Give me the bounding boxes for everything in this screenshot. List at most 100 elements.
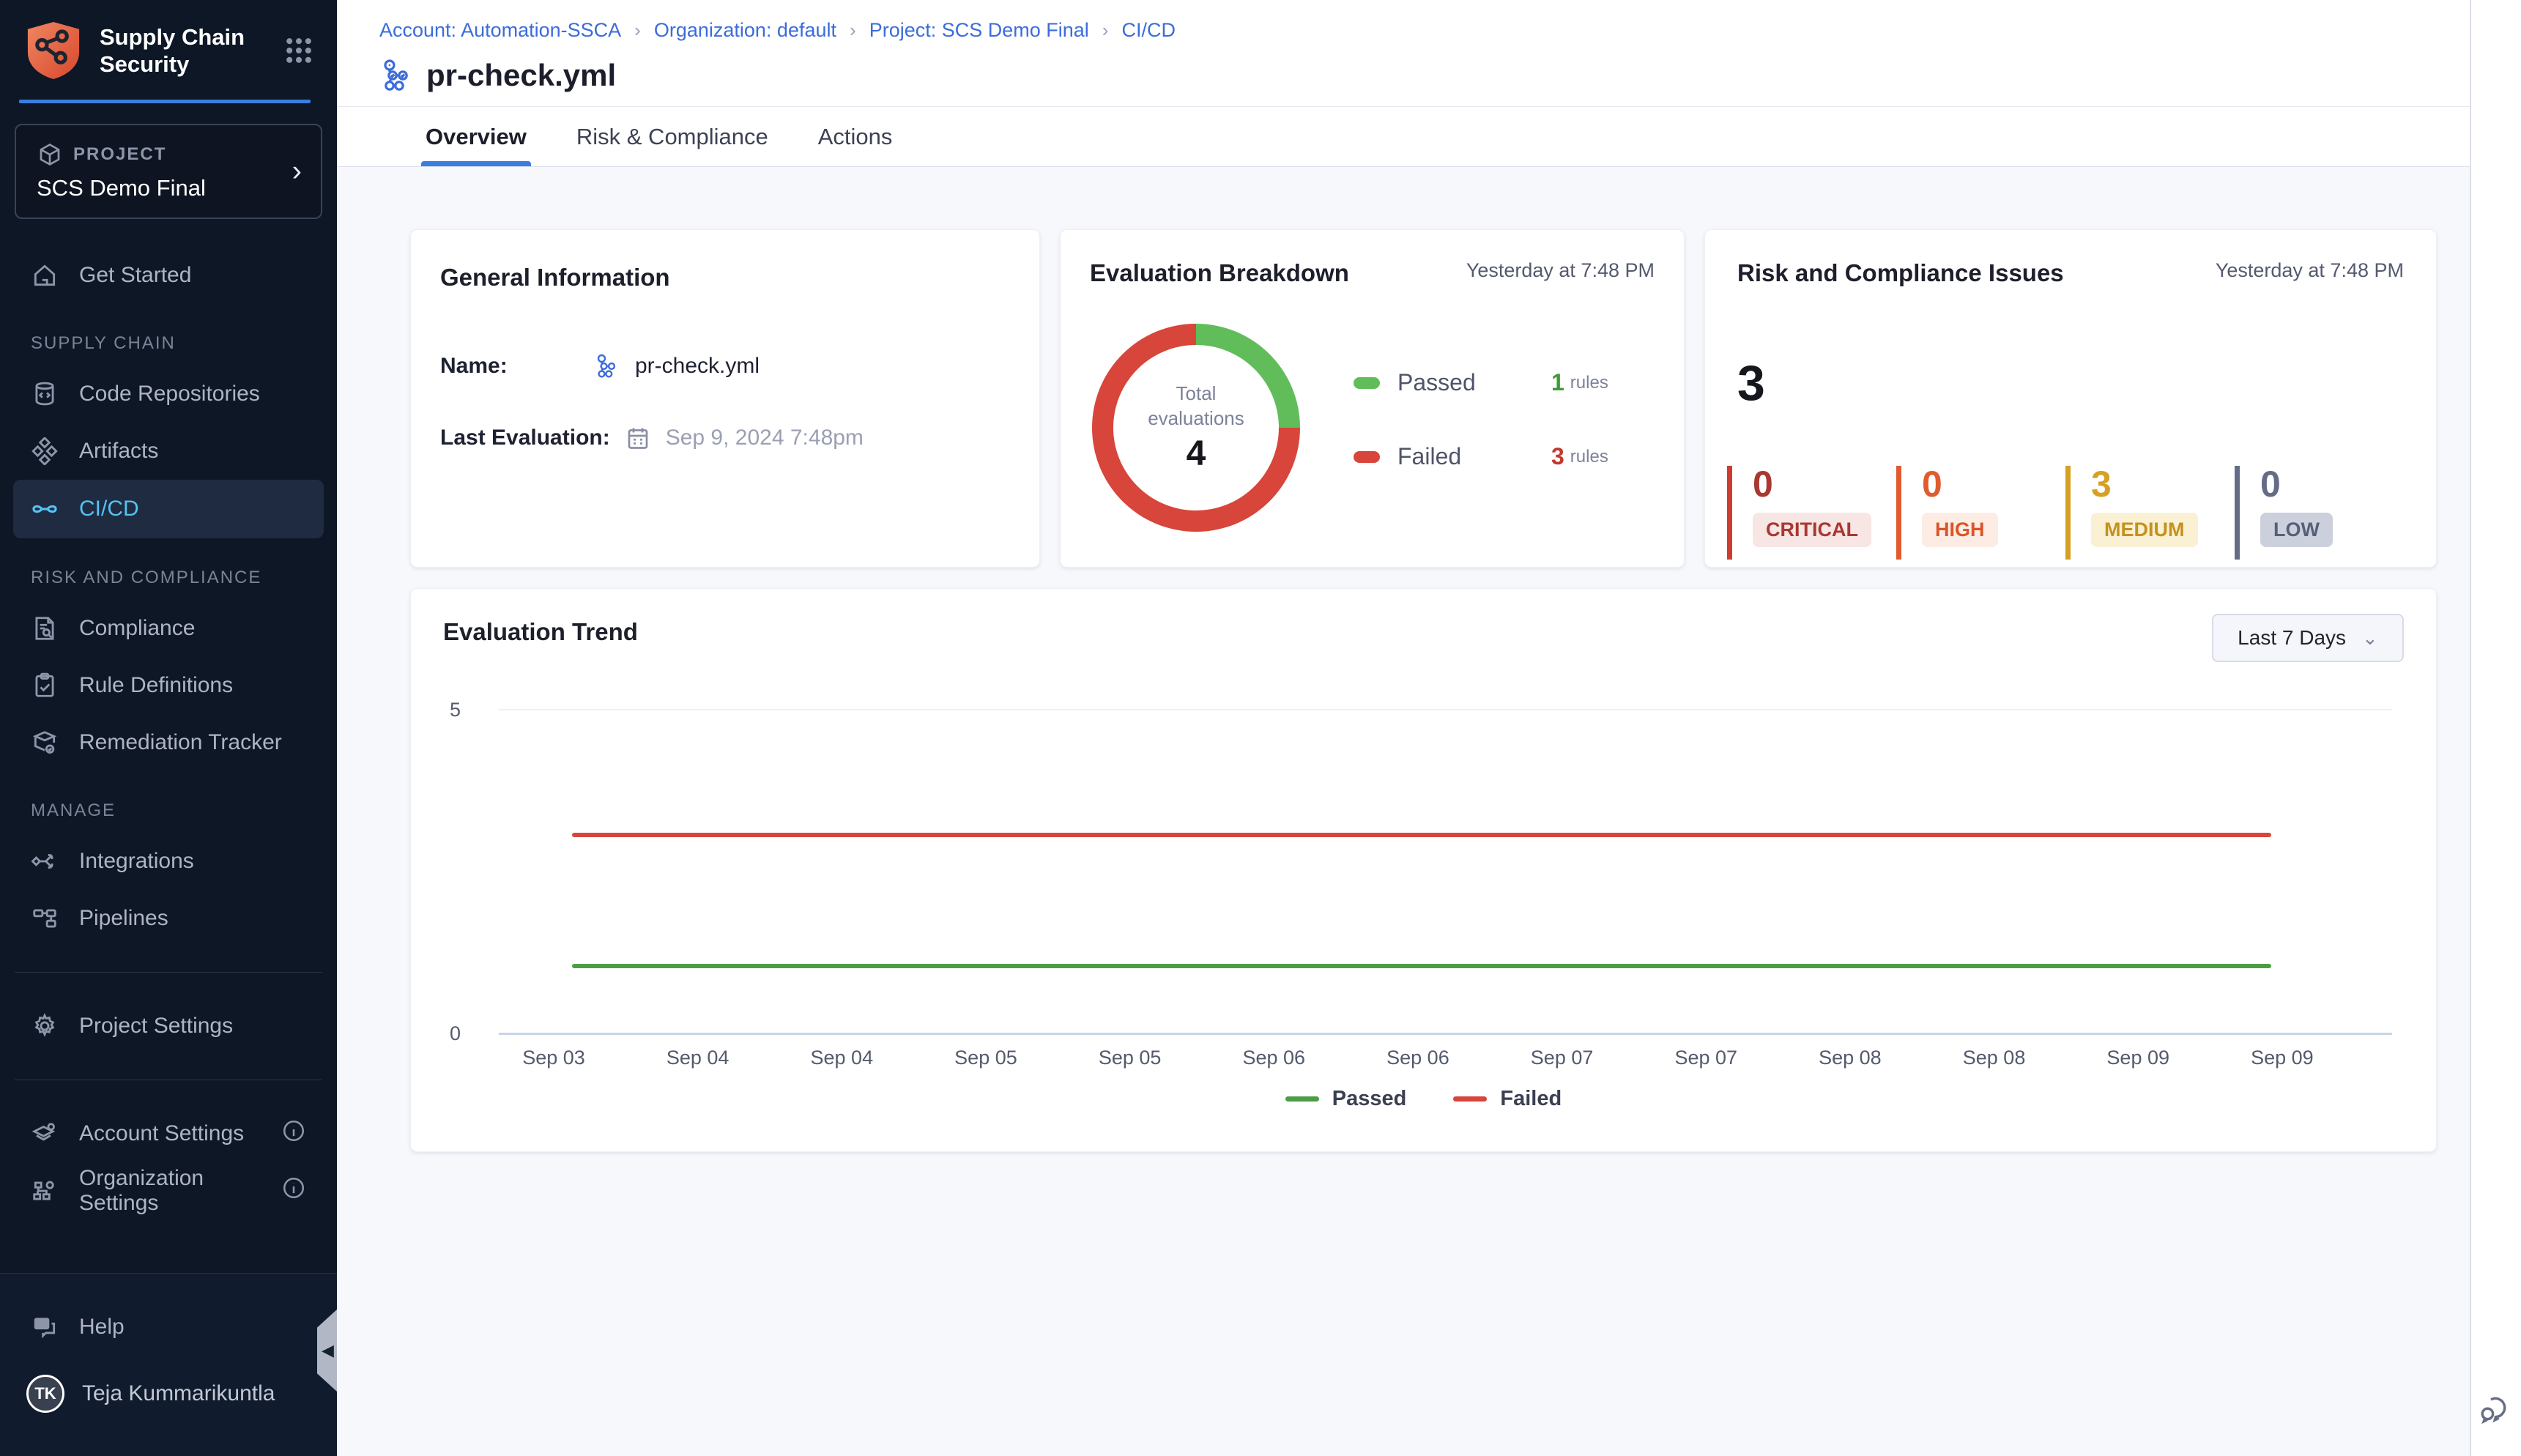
project-name: SCS Demo Final bbox=[37, 175, 300, 201]
critical-badge: CRITICAL bbox=[1753, 513, 1871, 547]
low-count: 0 bbox=[2260, 466, 2404, 502]
layers-gear-icon bbox=[31, 1120, 59, 1148]
name-value: pr-check.yml bbox=[635, 354, 760, 379]
nav-label: Pipelines bbox=[79, 906, 168, 931]
last-evaluation-label: Last Evaluation: bbox=[440, 426, 610, 450]
x-tick: Sep 06 bbox=[1215, 1047, 1332, 1069]
risk-compliance-issues-card: Risk and Compliance Issues Yesterday at … bbox=[1704, 229, 2437, 568]
help-chat-icon: ? bbox=[31, 1313, 59, 1341]
user-menu[interactable]: TK Teja Kummarikuntla bbox=[0, 1356, 337, 1432]
sidebar: Supply Chain Security PROJECT SCS Demo F… bbox=[0, 0, 337, 1456]
user-name: Teja Kummarikuntla bbox=[82, 1381, 275, 1406]
nav-label: Code Repositories bbox=[79, 382, 260, 406]
breadcrumb-organization[interactable]: Organization: default bbox=[654, 19, 836, 42]
x-tick: Sep 08 bbox=[1792, 1047, 1909, 1069]
sidebar-item-remediation-tracker[interactable]: Remediation Tracker bbox=[0, 714, 337, 771]
general-information-card: General Information Name: pr-check.yml L… bbox=[410, 229, 1040, 568]
nav-label: Remediation Tracker bbox=[79, 730, 282, 755]
breakdown-legend: Passed 1 rules Failed 3 rules bbox=[1354, 369, 1608, 470]
page-header: Account: Automation-SSCA › Organization:… bbox=[337, 0, 2470, 107]
sidebar-item-pipelines[interactable]: Pipelines bbox=[0, 890, 337, 947]
chat-support-icon[interactable] bbox=[2477, 1392, 2512, 1427]
sidebar-item-rule-definitions[interactable]: Rule Definitions bbox=[0, 657, 337, 714]
home-icon bbox=[31, 261, 59, 289]
evaluation-trend-card: Evaluation Trend Last 7 Days ⌄ 5 0 Sep 0… bbox=[410, 588, 2437, 1152]
page-title: pr-check.yml bbox=[426, 58, 616, 93]
trend-legend: Passed Failed bbox=[411, 1087, 2436, 1111]
app-title: Supply Chain Security bbox=[100, 23, 265, 78]
passed-series-line bbox=[572, 964, 2271, 968]
tab-risk-compliance[interactable]: Risk & Compliance bbox=[572, 107, 773, 166]
sidebar-item-code-repositories[interactable]: Code Repositories bbox=[0, 365, 337, 423]
section-risk-and-compliance: RISK AND COMPLIANCE bbox=[0, 568, 337, 588]
card-title: Evaluation Breakdown bbox=[1090, 259, 1349, 287]
org-gear-icon bbox=[31, 1177, 59, 1205]
last-evaluation-value: Sep 9, 2024 7:48pm bbox=[666, 426, 864, 450]
app-switcher-grid-icon[interactable] bbox=[283, 34, 315, 67]
sidebar-item-help[interactable]: ? Help bbox=[0, 1299, 337, 1356]
integrations-icon bbox=[31, 847, 59, 875]
avatar: TK bbox=[26, 1375, 64, 1413]
pipeline-icon bbox=[594, 353, 620, 379]
evaluation-breakdown-card: Evaluation Breakdown Yesterday at 7:48 P… bbox=[1060, 229, 1685, 568]
section-manage: MANAGE bbox=[0, 801, 337, 821]
pipelines-icon bbox=[31, 905, 59, 932]
trend-range-select[interactable]: Last 7 Days ⌄ bbox=[2212, 614, 2404, 662]
x-tick: Sep 09 bbox=[2224, 1047, 2341, 1069]
legend-failed[interactable]: Failed bbox=[1453, 1087, 1562, 1111]
sidebar-item-project-settings[interactable]: Project Settings bbox=[0, 998, 337, 1055]
legend-item-failed: Failed 3 rules bbox=[1354, 443, 1608, 470]
legend-passed[interactable]: Passed bbox=[1285, 1087, 1407, 1111]
donut-center-label: Total evaluations bbox=[1134, 382, 1258, 431]
sidebar-item-organization-settings[interactable]: Organization Settings bbox=[0, 1162, 337, 1219]
sidebar-item-cicd[interactable]: CI/CD bbox=[13, 480, 324, 538]
card-title: General Information bbox=[440, 264, 1010, 291]
overview-content: General Information Name: pr-check.yml L… bbox=[337, 167, 2470, 1152]
breadcrumb-project[interactable]: Project: SCS Demo Final bbox=[869, 19, 1089, 42]
breadcrumb-account[interactable]: Account: Automation-SSCA bbox=[379, 19, 621, 42]
x-tick: Sep 04 bbox=[783, 1047, 900, 1069]
medium-badge: MEDIUM bbox=[2091, 513, 2198, 547]
chevron-right-icon: › bbox=[292, 155, 302, 188]
legend-unit: rules bbox=[1570, 447, 1608, 467]
severity-medium: 3 MEDIUM bbox=[2065, 466, 2235, 560]
section-supply-chain: SUPPLY CHAIN bbox=[0, 333, 337, 354]
sidebar-item-integrations[interactable]: Integrations bbox=[0, 833, 337, 890]
failed-swatch bbox=[1354, 451, 1380, 463]
timestamp: Yesterday at 7:48 PM bbox=[1466, 259, 1655, 282]
severity-breakdown: 0 CRITICAL 0 HIGH 3 MEDIUM 0 bbox=[1727, 466, 2414, 560]
info-icon[interactable] bbox=[281, 1175, 306, 1206]
critical-count: 0 bbox=[1753, 466, 1896, 502]
sidebar-item-artifacts[interactable]: Artifacts bbox=[0, 423, 337, 480]
supply-chain-security-logo bbox=[25, 21, 82, 81]
project-selector[interactable]: PROJECT SCS Demo Final › bbox=[15, 124, 322, 219]
failed-series-line bbox=[572, 833, 2271, 837]
sidebar-item-compliance[interactable]: Compliance bbox=[0, 600, 337, 657]
trend-line-chart: 5 0 Sep 03 Sep 04 Sep 04 Sep 05 Sep 05 S… bbox=[411, 677, 2436, 1087]
legend-label: Failed bbox=[1500, 1087, 1562, 1111]
sidebar-item-get-started[interactable]: Get Started bbox=[0, 247, 337, 304]
breadcrumb: Account: Automation-SSCA › Organization:… bbox=[379, 19, 2470, 42]
legend-item-passed: Passed 1 rules bbox=[1354, 369, 1608, 396]
breadcrumb-cicd[interactable]: CI/CD bbox=[1121, 19, 1176, 42]
sidebar-item-account-settings[interactable]: Account Settings bbox=[0, 1105, 337, 1162]
nav-label: Get Started bbox=[79, 263, 191, 288]
calendar-icon bbox=[625, 425, 651, 451]
project-label: PROJECT bbox=[73, 144, 166, 165]
legend-value: 3 bbox=[1551, 443, 1564, 470]
info-icon[interactable] bbox=[281, 1118, 306, 1149]
x-tick: Sep 04 bbox=[639, 1047, 757, 1069]
x-tick: Sep 06 bbox=[1359, 1047, 1477, 1069]
name-row: Name: pr-check.yml bbox=[440, 353, 1010, 379]
tab-overview[interactable]: Overview bbox=[421, 107, 531, 166]
nav-label: CI/CD bbox=[79, 497, 139, 521]
nav-label: Project Settings bbox=[79, 1014, 233, 1039]
legend-label: Passed bbox=[1397, 369, 1551, 396]
gridline-top bbox=[499, 709, 2392, 710]
tab-actions[interactable]: Actions bbox=[814, 107, 897, 166]
infinity-icon bbox=[31, 495, 59, 523]
main-content: Account: Automation-SSCA › Organization:… bbox=[337, 0, 2470, 1456]
range-value: Last 7 Days bbox=[2238, 626, 2346, 650]
high-badge: HIGH bbox=[1922, 513, 1998, 547]
severity-high: 0 HIGH bbox=[1896, 466, 2065, 560]
